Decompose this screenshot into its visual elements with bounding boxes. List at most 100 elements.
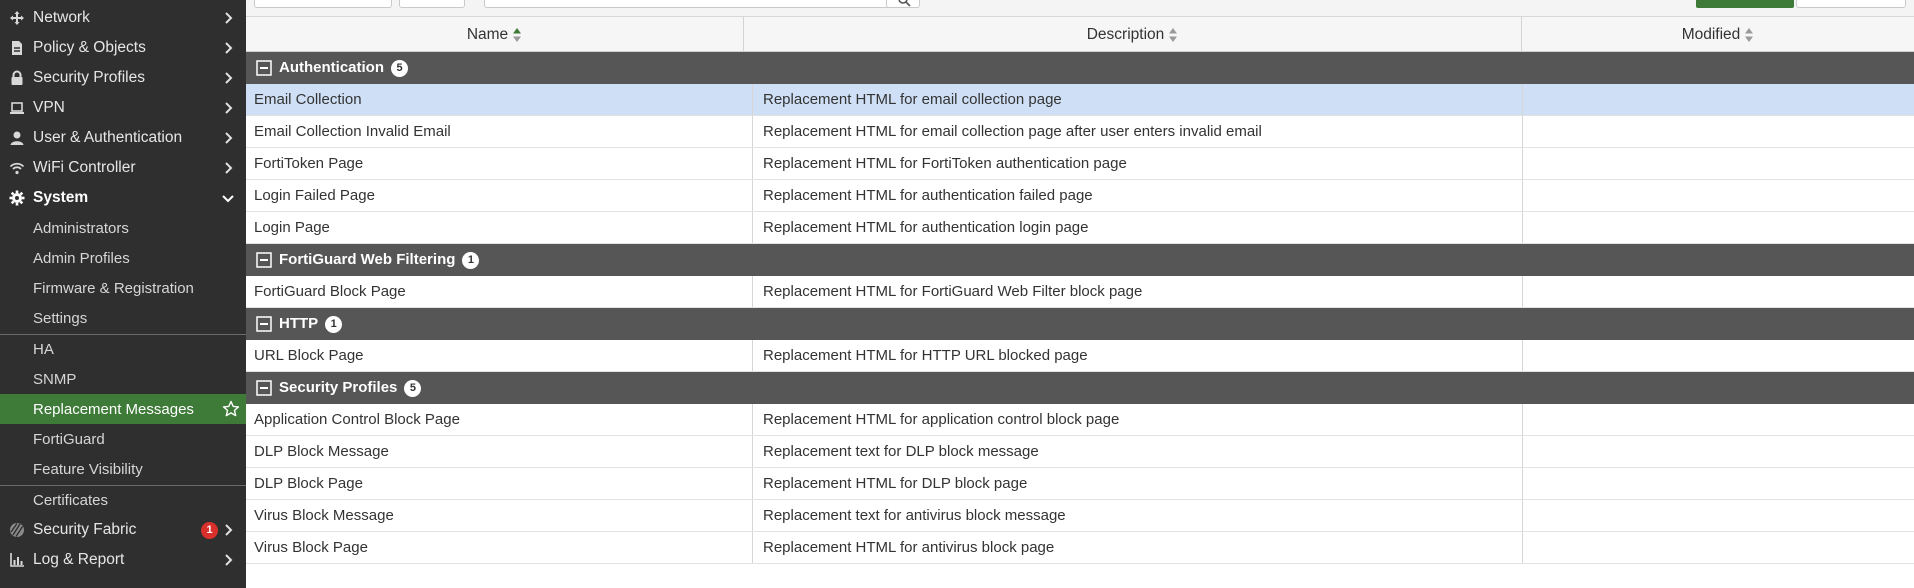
sidebar-subitem-fortiguard[interactable]: FortiGuard <box>0 424 246 454</box>
cell-modified <box>1522 436 1914 467</box>
table-row[interactable]: FortiToken Page Replacement HTML for For… <box>246 148 1914 180</box>
table-row[interactable]: DLP Block Message Replacement text for D… <box>246 436 1914 468</box>
collapse-icon[interactable] <box>256 380 272 396</box>
group-count-badge: 5 <box>391 59 408 77</box>
group-header-fortiguard-web-filtering[interactable]: FortiGuard Web Filtering 1 <box>246 244 1914 276</box>
group-name: Authentication <box>279 59 384 77</box>
cell-modified <box>1522 180 1914 211</box>
chevron-down-icon <box>222 195 234 203</box>
table-row[interactable]: URL Block Page Replacement HTML for HTTP… <box>246 340 1914 372</box>
group-name: Security Profiles <box>279 379 398 397</box>
column-header-description[interactable]: Description <box>744 17 1522 52</box>
toolbar-dropdown[interactable] <box>254 0 392 8</box>
sidebar-subitem-label: Firmware & Registration <box>33 279 194 297</box>
sidebar-item-vpn[interactable]: VPN <box>0 93 246 123</box>
chevron-right-icon <box>225 132 233 144</box>
cell-name: URL Block Page <box>254 347 364 364</box>
group-header-security-profiles[interactable]: Security Profiles 5 <box>246 372 1914 404</box>
notification-badge: 1 <box>201 522 218 539</box>
cell-modified <box>1522 148 1914 179</box>
sidebar-item-label: User & Authentication <box>33 129 183 146</box>
group-header-http[interactable]: HTTP 1 <box>246 308 1914 340</box>
cell-modified <box>1522 532 1914 563</box>
sidebar-subitem-settings[interactable]: Settings <box>0 303 246 333</box>
star-icon[interactable] <box>222 400 240 418</box>
toolbar-button[interactable] <box>399 0 465 8</box>
sidebar-subitem-label: Replacement Messages <box>33 400 194 418</box>
table-row[interactable]: FortiGuard Block Page Replacement HTML f… <box>246 276 1914 308</box>
column-header-label: Modified <box>1681 25 1741 43</box>
column-header-modified[interactable]: Modified <box>1522 17 1914 52</box>
cell-name: Login Page <box>254 219 330 236</box>
collapse-icon[interactable] <box>256 60 272 76</box>
table-row[interactable]: Login Failed Page Replacement HTML for a… <box>246 180 1914 212</box>
sidebar-subitem-admin-profiles[interactable]: Admin Profiles <box>0 243 246 273</box>
cell-name: Virus Block Page <box>254 539 368 556</box>
sidebar-subitem-feature-visibility[interactable]: Feature Visibility <box>0 454 246 484</box>
group-header-authentication[interactable]: Authentication 5 <box>246 52 1914 84</box>
sidebar-subitem-certificates[interactable]: Certificates <box>0 485 246 515</box>
sidebar-item-user-authentication[interactable]: User & Authentication <box>0 123 246 153</box>
sidebar-item-label: Log & Report <box>33 551 125 568</box>
search-input[interactable] <box>484 0 904 8</box>
group-name: HTTP <box>279 315 319 333</box>
cell-name: Email Collection <box>254 91 362 108</box>
sidebar-subitem-label: Administrators <box>33 219 129 237</box>
table-row[interactable]: Login Page Replacement HTML for authenti… <box>246 212 1914 244</box>
cell-modified <box>1522 404 1914 435</box>
sidebar-item-label: Network <box>33 9 90 26</box>
secondary-action-button[interactable] <box>1796 0 1906 8</box>
chevron-right-icon <box>225 524 233 536</box>
table-row[interactable]: DLP Block Page Replacement HTML for DLP … <box>246 468 1914 500</box>
sidebar-subitem-administrators[interactable]: Administrators <box>0 213 246 243</box>
cell-description: Replacement HTML for antivirus block pag… <box>752 532 1522 563</box>
cell-description: Replacement HTML for FortiToken authenti… <box>752 148 1522 179</box>
column-header-name[interactable]: Name <box>246 17 744 52</box>
cell-modified <box>1522 340 1914 371</box>
chevron-right-icon <box>225 554 233 566</box>
sidebar-item-policy-objects[interactable]: Policy & Objects <box>0 33 246 63</box>
cell-modified <box>1522 116 1914 147</box>
sidebar-subitem-ha[interactable]: HA <box>0 334 246 364</box>
sidebar-subitem-snmp[interactable]: SNMP <box>0 364 246 394</box>
chevron-right-icon <box>225 162 233 174</box>
cell-name: Virus Block Message <box>254 507 394 524</box>
primary-action-button[interactable] <box>1696 0 1794 8</box>
collapse-icon[interactable] <box>256 316 272 332</box>
sidebar-subitem-replacement-messages[interactable]: Replacement Messages <box>0 394 246 424</box>
table-row[interactable]: Application Control Block Page Replaceme… <box>246 404 1914 436</box>
cell-modified <box>1522 468 1914 499</box>
sidebar-item-security-profiles[interactable]: Security Profiles <box>0 63 246 93</box>
laptop-icon <box>10 102 24 114</box>
table-row[interactable]: Email Collection Replacement HTML for em… <box>246 84 1914 116</box>
sidebar-subitem-firmware-registration[interactable]: Firmware & Registration <box>0 273 246 303</box>
sidebar-item-wifi-controller[interactable]: WiFi Controller <box>0 153 246 183</box>
sidebar-item-network[interactable]: Network <box>0 3 246 33</box>
table-row[interactable]: Email Collection Invalid Email Replaceme… <box>246 116 1914 148</box>
collapse-icon[interactable] <box>256 252 272 268</box>
table-row[interactable]: Virus Block Page Replacement HTML for an… <box>246 532 1914 564</box>
sidebar-item-system[interactable]: System <box>0 183 246 213</box>
wifi-icon <box>9 162 25 175</box>
cell-name: Login Failed Page <box>254 187 375 204</box>
search-button[interactable] <box>886 0 920 8</box>
cell-modified <box>1522 212 1914 243</box>
cell-description: Replacement HTML for HTTP URL blocked pa… <box>752 340 1522 371</box>
cell-modified <box>1522 84 1914 115</box>
group-count-badge: 1 <box>462 251 480 269</box>
chevron-right-icon <box>225 102 233 114</box>
cell-name: DLP Block Page <box>254 475 363 492</box>
column-header-label: Name <box>466 25 509 43</box>
group-title: Security Profiles 5 <box>279 379 422 397</box>
policy-icon <box>12 41 22 55</box>
sidebar-item-log-report[interactable]: Log & Report <box>0 545 246 575</box>
user-icon <box>10 131 24 145</box>
group-name: FortiGuard Web Filtering <box>279 251 456 269</box>
table-header: Name Description Modified <box>246 16 1914 52</box>
sidebar-item-label: VPN <box>33 99 65 116</box>
table-row[interactable]: Virus Block Message Replacement text for… <box>246 500 1914 532</box>
cell-description: Replacement HTML for authentication logi… <box>752 212 1522 243</box>
cell-description: Replacement text for antivirus block mes… <box>752 500 1522 531</box>
sidebar-item-security-fabric[interactable]: Security Fabric 1 <box>0 515 246 545</box>
chevron-right-icon <box>225 72 233 84</box>
